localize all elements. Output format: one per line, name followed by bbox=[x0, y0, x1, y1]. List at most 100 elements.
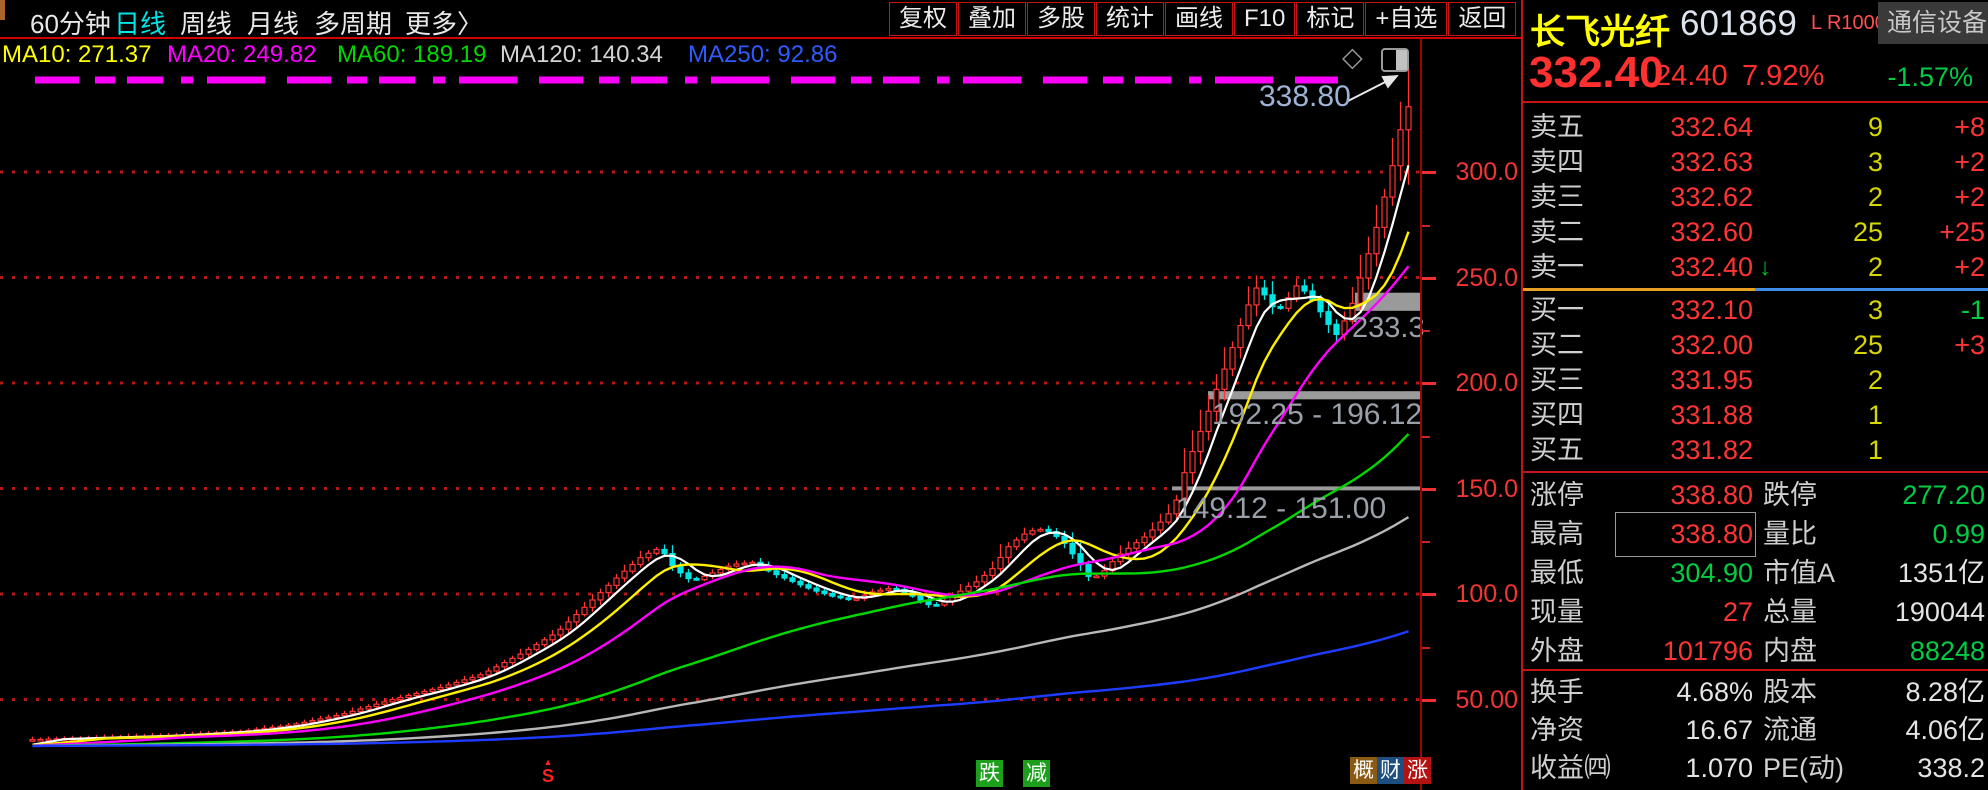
candle-body bbox=[486, 671, 491, 675]
diamond-marker-icon[interactable]: ◇ bbox=[1342, 42, 1363, 73]
order-level-row[interactable]: 卖二332.6025+25 bbox=[1523, 215, 1988, 250]
candle-body bbox=[982, 575, 987, 581]
stat-label: 外盘 bbox=[1530, 632, 1584, 671]
signal-marker-icon[interactable]: ▲ S bbox=[538, 758, 558, 785]
stat-label: 收益㈣ bbox=[1530, 749, 1611, 788]
candle-body bbox=[542, 640, 547, 645]
candle-body bbox=[342, 714, 347, 716]
tag-badge-概[interactable]: 概 bbox=[1350, 757, 1377, 784]
order-level-row[interactable]: 买四331.881 bbox=[1523, 398, 1988, 433]
candle-body bbox=[1278, 307, 1283, 309]
order-level-row[interactable]: 卖一332.40↓2+2 bbox=[1523, 250, 1988, 285]
stat-label: 内盘 bbox=[1763, 632, 1817, 671]
candle-body bbox=[478, 675, 483, 678]
candle-body bbox=[414, 693, 419, 695]
order-level-row[interactable]: 卖五332.649+8 bbox=[1523, 110, 1988, 145]
stat-row: 最高338.80量比0.99 bbox=[1523, 515, 1988, 554]
stat-label: 最低 bbox=[1530, 554, 1584, 593]
order-level-volume: 1 bbox=[1783, 398, 1883, 433]
stat-row: 外盘101796内盘88248 bbox=[1523, 632, 1988, 671]
order-level-volume: 2 bbox=[1783, 250, 1883, 285]
order-level-price: 331.95 bbox=[1613, 363, 1753, 398]
indicator-badge-跌[interactable]: 跌 bbox=[976, 760, 1003, 787]
candle-body bbox=[350, 711, 355, 713]
tag-badge-财[interactable]: 财 bbox=[1377, 757, 1404, 784]
order-level-delta: +2 bbox=[1893, 145, 1985, 180]
stat-row: 涨停338.80跌停277.20 bbox=[1523, 476, 1988, 515]
industry-badge[interactable]: 通信设备 bbox=[1878, 2, 1988, 44]
order-level-volume: 3 bbox=[1783, 145, 1883, 180]
price-change: 24.40 bbox=[1655, 60, 1728, 93]
candle-body bbox=[990, 569, 995, 576]
order-level-price: 331.82 bbox=[1613, 433, 1753, 468]
candle-body bbox=[790, 578, 795, 581]
order-level-row[interactable]: 买三331.952 bbox=[1523, 363, 1988, 398]
candle-body bbox=[366, 707, 371, 709]
stat-value: 1351亿 bbox=[1853, 554, 1985, 593]
ma-line-250 bbox=[33, 631, 1409, 746]
y-axis-border bbox=[1420, 39, 1422, 790]
stat-label: 最高 bbox=[1530, 515, 1584, 554]
candle-body bbox=[822, 591, 827, 594]
order-level-row[interactable]: 买二332.0025+3 bbox=[1523, 328, 1988, 363]
order-level-delta: +25 bbox=[1893, 215, 1985, 250]
order-level-price: 332.10 bbox=[1613, 293, 1753, 328]
toolbar-button-返回[interactable]: 返回 bbox=[1448, 2, 1516, 36]
stat-value: 4.68% bbox=[1618, 673, 1753, 712]
stat-value: 338.80 bbox=[1618, 515, 1753, 554]
order-level-row[interactable]: 买五331.821 bbox=[1523, 433, 1988, 468]
candle-body bbox=[838, 596, 843, 598]
order-level-row[interactable]: 卖三332.622+2 bbox=[1523, 180, 1988, 215]
candle-body bbox=[934, 605, 939, 607]
gap-zone-label: 149.12 - 151.00 bbox=[1176, 492, 1386, 526]
candlestick-chart[interactable] bbox=[0, 0, 1422, 790]
order-level-price: 331.88 bbox=[1613, 398, 1753, 433]
stat-value: 304.90 bbox=[1618, 554, 1753, 593]
indicator-badge-减[interactable]: 减 bbox=[1023, 760, 1050, 787]
candle-body bbox=[310, 721, 315, 723]
candle-body bbox=[702, 576, 707, 579]
candle-body bbox=[46, 739, 51, 741]
candle-body bbox=[590, 600, 595, 607]
panel-divider bbox=[1523, 101, 1988, 103]
order-level-volume: 2 bbox=[1783, 363, 1883, 398]
candle-body bbox=[1318, 300, 1323, 312]
order-level-volume: 1 bbox=[1783, 433, 1883, 468]
bid-ask-divider bbox=[1523, 288, 1988, 291]
stat-label: 市值A bbox=[1763, 554, 1835, 593]
candle-body bbox=[654, 549, 659, 553]
stat-row: 换手4.68%股本8.28亿 bbox=[1523, 673, 1988, 712]
candle-body bbox=[806, 585, 811, 588]
stat-label: 涨停 bbox=[1530, 476, 1584, 515]
stat-label: 流通 bbox=[1763, 711, 1817, 750]
order-level-label: 卖五 bbox=[1530, 110, 1584, 145]
candle-body bbox=[334, 716, 339, 718]
stat-label: 净资 bbox=[1530, 711, 1584, 750]
order-level-row[interactable]: 卖四332.633+2 bbox=[1523, 145, 1988, 180]
candle-body bbox=[502, 663, 507, 667]
y-axis-tick bbox=[1422, 593, 1436, 596]
candle-body bbox=[582, 607, 587, 614]
gap-zone-label: 233.3 bbox=[1352, 312, 1425, 345]
candle-body bbox=[750, 562, 755, 564]
stat-label: 现量 bbox=[1530, 593, 1584, 632]
candle-body bbox=[422, 691, 427, 693]
stat-label: 股本 bbox=[1763, 673, 1817, 712]
candle-body bbox=[646, 553, 651, 558]
candle-body bbox=[430, 689, 435, 691]
candle-body bbox=[1398, 130, 1403, 166]
candle-body bbox=[974, 582, 979, 587]
split-pane-icon[interactable] bbox=[1381, 48, 1409, 72]
candle-body bbox=[878, 590, 883, 592]
order-level-row[interactable]: 买一332.103-1 bbox=[1523, 293, 1988, 328]
candle-body bbox=[1222, 369, 1227, 389]
stock-code: 601869 bbox=[1680, 4, 1797, 44]
candle-body bbox=[630, 564, 635, 571]
candle-body bbox=[1406, 107, 1411, 130]
stat-value: 88248 bbox=[1853, 632, 1985, 671]
ma-line-120 bbox=[33, 517, 1409, 746]
y-axis-tick bbox=[1422, 488, 1436, 491]
tag-badge-涨[interactable]: 涨 bbox=[1404, 757, 1431, 784]
candle-body bbox=[550, 635, 555, 640]
stock-tags: L R1000 bbox=[1811, 12, 1886, 35]
